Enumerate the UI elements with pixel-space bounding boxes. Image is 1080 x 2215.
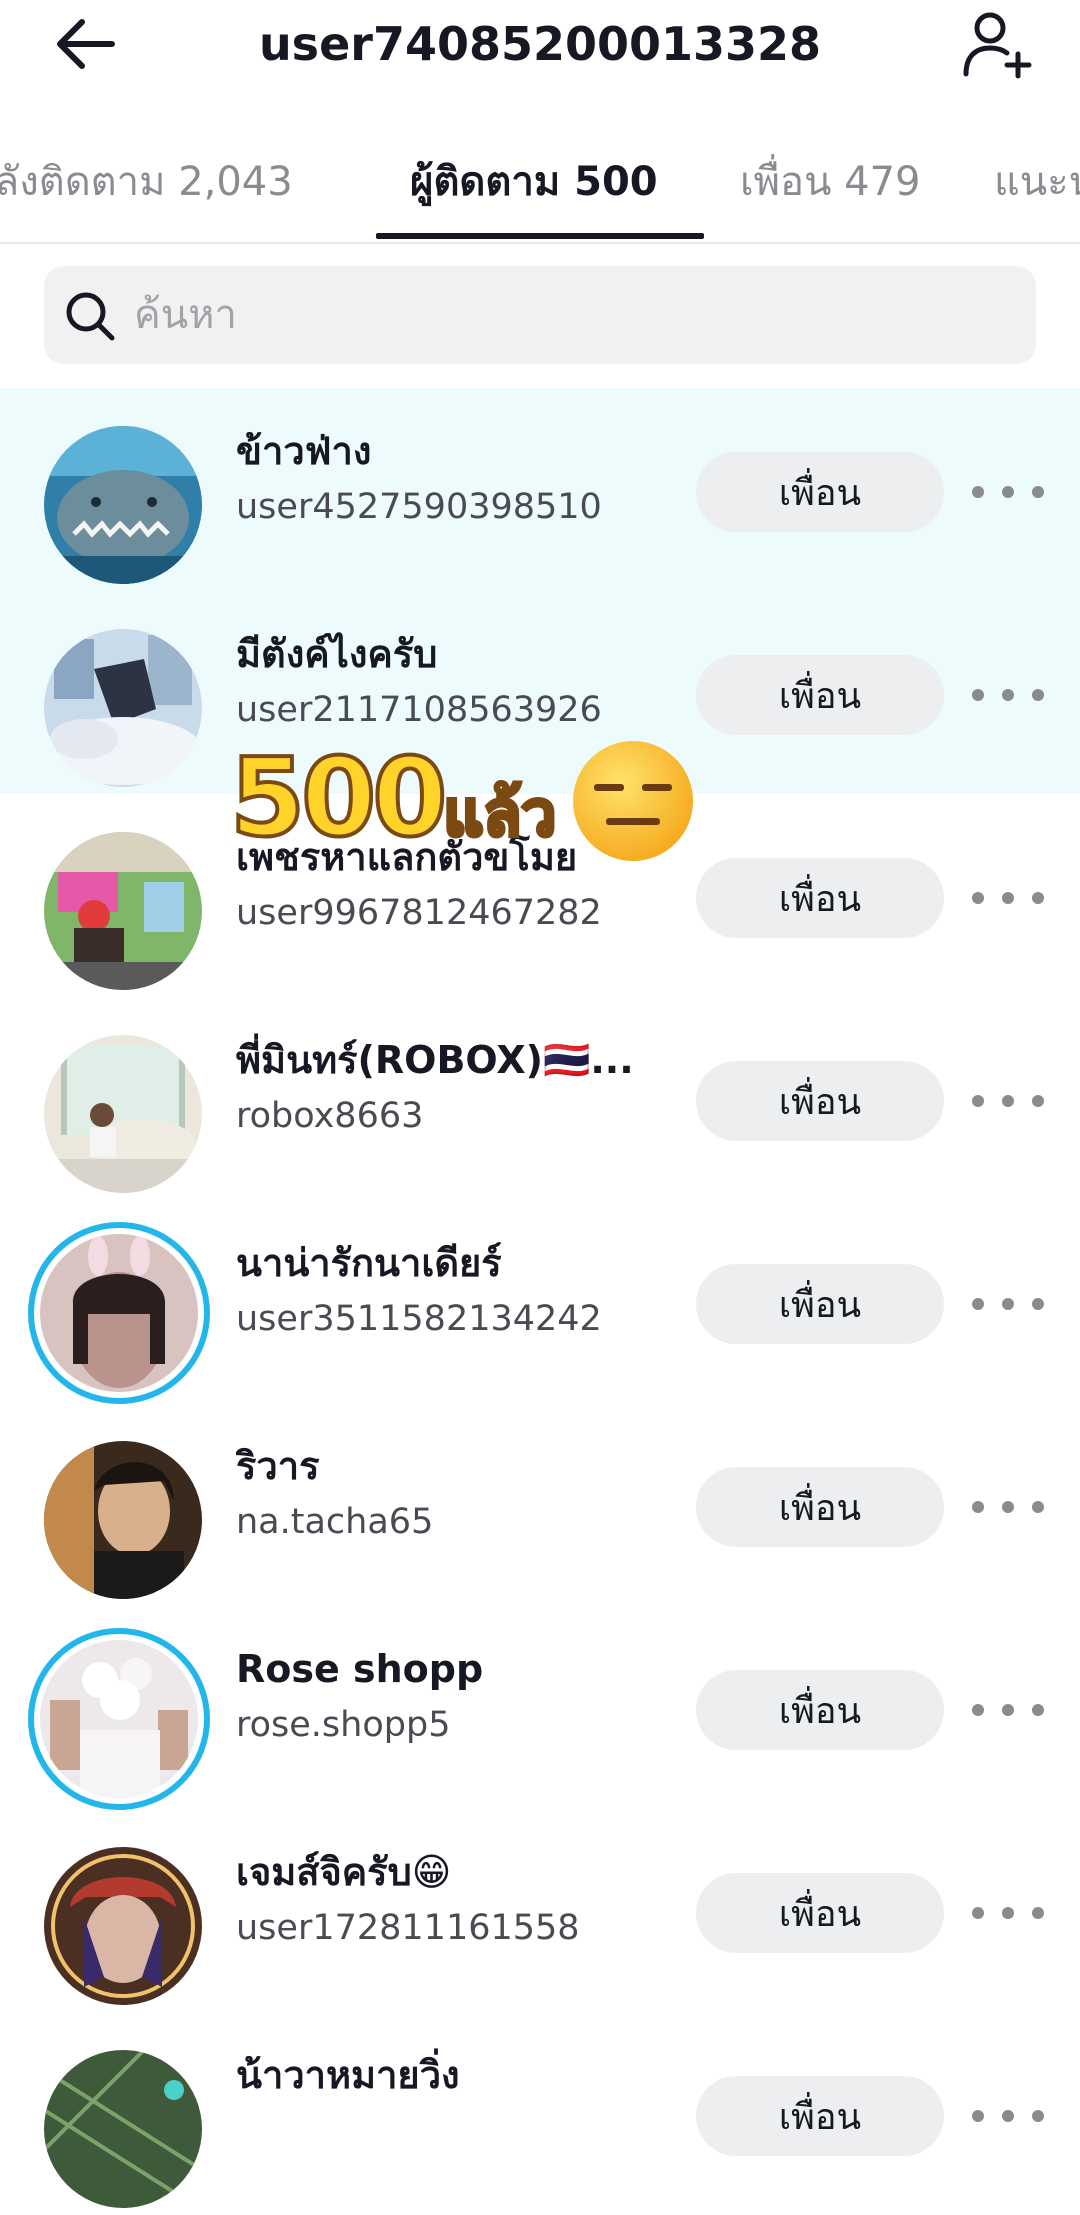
follower-handle: robox8663 [236, 1096, 424, 1136]
follower-name: มีตังค์ไงครับ [236, 632, 438, 676]
friend-button[interactable]: เพื่อน [696, 858, 944, 938]
tab-followers[interactable]: ผู้ติดตาม 500 [410, 154, 658, 210]
expressionless-face-icon [573, 741, 693, 861]
more-horizontal-icon[interactable] [972, 1079, 1044, 1123]
avatar[interactable] [44, 1035, 202, 1193]
friend-button[interactable]: เพื่อน [696, 1061, 944, 1141]
friend-button[interactable]: เพื่อน [696, 2076, 944, 2156]
follower-handle: user4527590398510 [236, 487, 602, 527]
list-item[interactable]: นาน่ารักนาเดียร์ user3511582134242 เพื่อ… [0, 1200, 1080, 1404]
list-item[interactable]: ข้าวฟ่าง user4527590398510 เพื่อน [0, 388, 1080, 591]
follower-name: นาน่ารักนาเดียร์ [236, 1241, 502, 1285]
avatar[interactable] [44, 2050, 202, 2208]
follower-handle: user2117108563926 [236, 690, 602, 730]
search-bar[interactable] [44, 266, 1036, 364]
avatar[interactable] [44, 832, 202, 990]
more-horizontal-icon[interactable] [972, 1282, 1044, 1326]
friend-button[interactable]: เพื่อน [696, 452, 944, 532]
list-item[interactable]: ริวาร na.tacha65 เพื่อน [0, 1403, 1080, 1606]
page-title: user74085200013328 [258, 17, 822, 71]
top-bar: user74085200013328 [0, 0, 1080, 88]
avatar-story-ring[interactable] [28, 1628, 210, 1810]
tab-suggested[interactable]: แนะนำ [994, 154, 1080, 210]
follower-handle: user9967812467282 [236, 893, 602, 933]
more-horizontal-icon[interactable] [972, 876, 1044, 920]
active-tab-indicator [376, 233, 704, 239]
list-item[interactable]: Rose shopp rose.shopp5 เพื่อน [0, 1606, 1080, 1810]
follower-handle: rose.shopp5 [236, 1705, 451, 1745]
more-horizontal-icon[interactable] [972, 1891, 1044, 1935]
follower-name: พี่มินทร์(ROBOX)🇹🇭... [236, 1038, 634, 1082]
follower-handle: user172811161558 [236, 1908, 580, 1948]
more-horizontal-icon[interactable] [972, 673, 1044, 717]
avatar[interactable] [44, 1441, 202, 1599]
follower-name: ข้าวฟ่าง [236, 429, 372, 473]
search-input[interactable] [134, 280, 994, 350]
follower-handle: na.tacha65 [236, 1502, 434, 1542]
friend-button[interactable]: เพื่อน [696, 1264, 944, 1344]
tab-following[interactable]: กำลังติดตาม 2,043 [0, 154, 293, 210]
follower-name: เจมส์จิครับ😁 [236, 1850, 452, 1894]
tab-friends[interactable]: เพื่อน 479 [740, 154, 920, 210]
more-horizontal-icon[interactable] [972, 1485, 1044, 1529]
follower-name: Rose shopp [236, 1647, 484, 1691]
avatar[interactable] [44, 629, 202, 787]
list-item[interactable]: น้าวาหมายวิ่ง เพื่อน [0, 2012, 1080, 2215]
avatar-story-ring[interactable] [28, 1222, 210, 1404]
tab-bar: กำลังติดตาม 2,043 ผู้ติดตาม 500 เพื่อน 4… [0, 140, 1080, 244]
person-plus-icon [963, 12, 1032, 79]
more-horizontal-icon[interactable] [972, 470, 1044, 514]
add-friend-button[interactable] [962, 10, 1034, 80]
list-item[interactable]: เจมส์จิครับ😁 user172811161558 เพื่อน [0, 1809, 1080, 2012]
follower-name: น้าวาหมายวิ่ง [236, 2053, 460, 2097]
more-horizontal-icon[interactable] [972, 1688, 1044, 1732]
more-horizontal-icon[interactable] [972, 2094, 1044, 2138]
friend-button[interactable]: เพื่อน [696, 1670, 944, 1750]
avatar[interactable] [44, 426, 202, 584]
avatar[interactable] [44, 1847, 202, 2005]
follower-name: ริวาร [236, 1444, 320, 1488]
list-item[interactable]: พี่มินทร์(ROBOX)🇹🇭... robox8663 เพื่อน [0, 997, 1080, 1200]
friend-button[interactable]: เพื่อน [696, 655, 944, 735]
friend-button[interactable]: เพื่อน [696, 1873, 944, 1953]
friend-button[interactable]: เพื่อน [696, 1467, 944, 1547]
overlay-sticker: 500แล้ว [228, 736, 700, 866]
sticker-caption: 500แล้ว [228, 742, 558, 885]
sticker-word: แล้ว [441, 775, 558, 852]
search-icon [66, 292, 115, 341]
sticker-number: 500 [228, 736, 449, 861]
follower-handle: user3511582134242 [236, 1299, 602, 1339]
